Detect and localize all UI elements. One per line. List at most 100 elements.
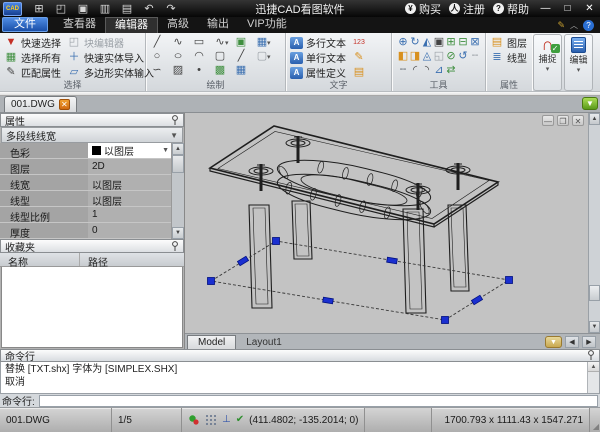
scroll-up-icon[interactable]: ▲: [172, 143, 184, 155]
scroll-down-icon[interactable]: ▼: [172, 227, 184, 239]
dash-style-icon[interactable]: ╌: [468, 50, 482, 63]
layers-button[interactable]: ▤图层: [490, 35, 528, 50]
open-file-icon[interactable]: ◰: [53, 2, 69, 15]
mtext-button[interactable]: A多行文本: [290, 35, 346, 50]
save-icon[interactable]: ▣: [75, 2, 91, 15]
minimize-button[interactable]: —: [538, 3, 553, 14]
collapse-ribbon-icon[interactable]: ︿: [570, 20, 578, 31]
region-icon[interactable]: ▦▾: [255, 36, 276, 49]
polygon-icon[interactable]: ▢: [213, 50, 227, 63]
pin-icon[interactable]: [171, 115, 179, 126]
layout1-tab[interactable]: Layout1: [236, 336, 292, 349]
revision-cloud-icon[interactable]: ∽: [150, 64, 164, 77]
undo-icon[interactable]: ↶: [141, 2, 157, 15]
chevron-down-icon[interactable]: ▼: [162, 147, 171, 154]
numbering-button[interactable]: 123: [352, 35, 366, 50]
edit-dropdown-icon[interactable]: ▾: [577, 66, 581, 74]
redo-icon[interactable]: ↷: [163, 2, 179, 15]
properties-scrollbar[interactable]: ▲ ▼: [171, 143, 184, 239]
new-file-icon[interactable]: ⊞: [31, 2, 47, 15]
rectangle-icon[interactable]: ▭: [192, 36, 206, 49]
app-logo[interactable]: CAD: [3, 2, 22, 16]
mdi-restore-icon[interactable]: ❐: [557, 115, 569, 126]
register-button[interactable]: 人注册: [447, 1, 487, 17]
menu-tab-advanced[interactable]: 高级: [158, 17, 198, 33]
property-row-layer[interactable]: 图层2D: [0, 159, 184, 175]
block-editor-button[interactable]: ◰块编辑器: [67, 35, 154, 50]
mdi-minimize-icon[interactable]: —: [542, 115, 554, 126]
scroll-down-icon[interactable]: ▼: [589, 321, 600, 333]
spline-icon[interactable]: ∿▾: [213, 36, 234, 49]
single-text-button[interactable]: A单行文本: [290, 50, 346, 65]
property-row-thickness[interactable]: 厚度0: [0, 223, 184, 239]
canvas-vertical-scrollbar[interactable]: ▲ ▼: [588, 113, 600, 333]
command-scrollbar[interactable]: ▲: [587, 362, 599, 393]
favorites-name-column[interactable]: 名称: [0, 253, 80, 266]
linetype-button[interactable]: ≣线型: [490, 50, 528, 65]
circle-icon[interactable]: ○: [150, 50, 164, 63]
marker-icon[interactable]: [188, 414, 200, 426]
scroll-up-icon[interactable]: ▲: [588, 362, 599, 372]
menu-tab-output[interactable]: 输出: [198, 17, 238, 33]
point-icon[interactable]: •: [192, 64, 206, 77]
polyline-icon[interactable]: ∿: [171, 36, 185, 49]
quick-select-button[interactable]: ▼快速选择: [4, 35, 61, 50]
swap-icon[interactable]: ⇄: [444, 64, 458, 77]
property-row-linetype-scale[interactable]: 线型比例1: [0, 207, 184, 223]
panel-chevron-icon[interactable]: ▼: [582, 97, 598, 110]
grid-snap-icon[interactable]: [205, 414, 217, 426]
scroll-up-icon[interactable]: ▲: [589, 113, 600, 125]
snap-dropdown-icon[interactable]: ▾: [546, 65, 550, 73]
scrollbar-thumb[interactable]: [589, 285, 600, 301]
entity-type-selector[interactable]: 多段线线宽▼: [1, 127, 183, 143]
command-history[interactable]: 替换 [TXT.shx] 字体为 [SIMPLEX.SHX] 取消 ▲: [0, 362, 600, 394]
drawing-canvas[interactable]: — ❐ ✕: [185, 113, 600, 333]
document-tab[interactable]: 001.DWG ✕: [4, 96, 77, 112]
table-icon[interactable]: ▦: [234, 64, 248, 77]
property-row-color[interactable]: 色彩 以图层▼: [0, 143, 184, 159]
scale-icon[interactable]: ▣: [432, 36, 444, 49]
favorites-path-column[interactable]: 路径: [80, 253, 160, 266]
snap-button[interactable]: ∩✓ 捕捉 ▾: [533, 34, 562, 91]
resize-grip[interactable]: ◢: [590, 408, 600, 432]
confirm-pen-icon[interactable]: ✔: [236, 415, 244, 425]
image-icon[interactable]: ▩: [213, 64, 227, 77]
command-input[interactable]: [39, 395, 598, 407]
hatch-icon[interactable]: ▨: [171, 64, 185, 77]
save-as-icon[interactable]: ▥: [97, 2, 113, 15]
feedback-pen-icon[interactable]: ✎: [557, 20, 565, 31]
help-button[interactable]: ?帮助: [491, 1, 531, 17]
edit-text-button[interactable]: ✎: [352, 50, 366, 65]
menu-tab-viewer[interactable]: 查看器: [54, 17, 105, 33]
pin-icon[interactable]: [171, 241, 179, 252]
offset-icon[interactable]: ⊠: [468, 36, 482, 49]
maximize-button[interactable]: □: [560, 3, 575, 14]
property-row-linetype[interactable]: 线型以图层: [0, 191, 184, 207]
edit-mode-button[interactable]: 编辑 ▾: [564, 34, 593, 91]
line-icon[interactable]: ╱: [150, 36, 164, 49]
pin-icon[interactable]: [587, 350, 595, 361]
select-all-button[interactable]: ▦选择所有: [4, 50, 61, 65]
ortho-icon[interactable]: ⊥: [222, 415, 231, 425]
close-button[interactable]: ✕: [582, 3, 597, 14]
construction-line-icon[interactable]: ╱: [234, 50, 248, 63]
group-tool-icon[interactable]: ▢▾: [255, 50, 276, 63]
quick-entity-import-button[interactable]: ＋快速实体导入: [67, 50, 154, 65]
mini-help-icon[interactable]: ?: [583, 20, 594, 31]
menu-tab-vip[interactable]: VIP功能: [238, 17, 296, 33]
menu-tab-editor[interactable]: 编辑器: [105, 17, 158, 33]
favorites-list[interactable]: [1, 267, 183, 348]
buy-button[interactable]: ¥购买: [403, 1, 443, 17]
ellipse-icon[interactable]: ○: [169, 50, 188, 63]
model-tab[interactable]: Model: [187, 335, 236, 349]
mdi-close-icon[interactable]: ✕: [572, 115, 584, 126]
property-row-lineweight[interactable]: 线宽以图层: [0, 175, 184, 191]
menu-tab-file[interactable]: 文件: [2, 17, 48, 32]
tab-scroll-right-icon[interactable]: ▶: [582, 336, 596, 348]
tab-scroll-left-icon[interactable]: ◀: [565, 336, 579, 348]
arc-icon[interactable]: ◠: [192, 50, 206, 63]
block-insert-icon[interactable]: ▣: [234, 36, 248, 49]
document-close-icon[interactable]: ✕: [59, 99, 70, 110]
scrollbar-thumb[interactable]: [172, 155, 184, 173]
selection-grips[interactable]: [208, 238, 513, 324]
